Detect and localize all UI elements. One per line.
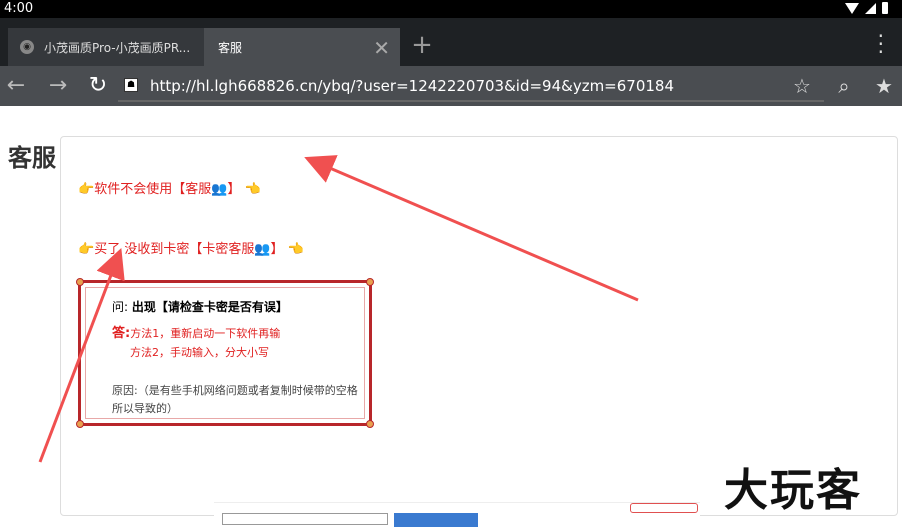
status-bar: 4:00 xyxy=(0,0,902,18)
tab-favicon-icon: ◉ xyxy=(20,40,34,54)
corner-ornament-icon xyxy=(366,420,374,428)
answer-line-1: 答:方法1，重新启动一下软件再输 xyxy=(112,326,281,341)
tab-label: 小茂画质Pro-小茂画质PR... xyxy=(44,40,191,55)
browser-toolbar: ← → ↻ ☗ http://hl.lgh668826.cn/ybq/?user… xyxy=(0,66,902,106)
people-icon: 👥 xyxy=(254,242,271,257)
bottom-form-strip xyxy=(214,502,700,527)
bookmark-icon[interactable]: ★ xyxy=(870,72,898,100)
question-line: 问: 出现【请检查卡密是否有误】 xyxy=(112,300,288,314)
status-time: 4:00 xyxy=(4,1,34,16)
signal-icon xyxy=(865,2,876,14)
wifi-icon xyxy=(845,2,859,14)
status-icons xyxy=(845,2,888,14)
page-title: 客服 xyxy=(8,144,56,172)
pointing-hand-icon: 👉 xyxy=(78,182,95,197)
pointing-hand-icon: 👉 xyxy=(78,242,95,257)
support-link[interactable]: 👉软件不会使用【客服👥】 👈 xyxy=(78,178,261,197)
address-bar[interactable]: ☗ http://hl.lgh668826.cn/ybq/?user=12422… xyxy=(118,70,824,102)
pointing-hand-icon: 👈 xyxy=(287,242,304,257)
back-icon[interactable]: ← xyxy=(2,72,30,100)
card-support-link[interactable]: 👉买了 没收到卡密【卡密客服👥】 👈 xyxy=(78,238,304,257)
search-icon[interactable]: ⌕ xyxy=(830,72,858,100)
pointing-hand-icon: 👈 xyxy=(244,182,261,197)
corner-ornament-icon xyxy=(366,278,374,286)
page-content: 客服 👉软件不会使用【客服👥】 👈 👉买了 没收到卡密【卡密客服👥】 👈 问: … xyxy=(0,106,902,527)
watermark-logo: 大玩客 xyxy=(724,465,862,516)
site-favicon-icon: ☗ xyxy=(124,78,138,92)
corner-ornament-icon xyxy=(76,420,84,428)
notice-box: 问: 出现【请检查卡密是否有误】 答:方法1，重新启动一下软件再输 方法2，手动… xyxy=(76,278,374,428)
forward-icon[interactable]: → xyxy=(44,72,72,100)
menu-icon[interactable]: · · · xyxy=(878,26,884,62)
answer-line-2: 方法2，手动输入，分大小写 xyxy=(130,346,269,359)
tab-active[interactable]: 客服 ✕ xyxy=(204,28,400,66)
battery-icon xyxy=(882,2,888,14)
new-tab-icon[interactable]: + xyxy=(408,32,436,60)
partial-button[interactable] xyxy=(394,513,478,527)
reload-icon[interactable]: ↻ xyxy=(84,72,112,100)
people-icon: 👥 xyxy=(211,182,228,197)
reason-text: 原因:（是有些手机网络问题或者复制时候带的空格所以导致的） xyxy=(112,384,358,415)
url-text[interactable]: http://hl.lgh668826.cn/ybq/?user=1242220… xyxy=(150,77,674,95)
tab-label: 客服 xyxy=(218,40,243,55)
tab-inactive[interactable]: ◉ 小茂画质Pro-小茂画质PR... xyxy=(8,28,204,66)
notice-inner: 问: 出现【请检查卡密是否有误】 答:方法1，重新启动一下软件再输 方法2，手动… xyxy=(85,287,365,419)
partial-input[interactable] xyxy=(222,513,388,525)
corner-ornament-icon xyxy=(76,278,84,286)
close-tab-icon[interactable]: ✕ xyxy=(373,36,390,60)
tab-strip: ◉ 小茂画质Pro-小茂画质PR... 客服 ✕ + · · · xyxy=(0,18,902,66)
partial-tag xyxy=(630,503,698,513)
star-icon[interactable]: ☆ xyxy=(788,72,816,100)
